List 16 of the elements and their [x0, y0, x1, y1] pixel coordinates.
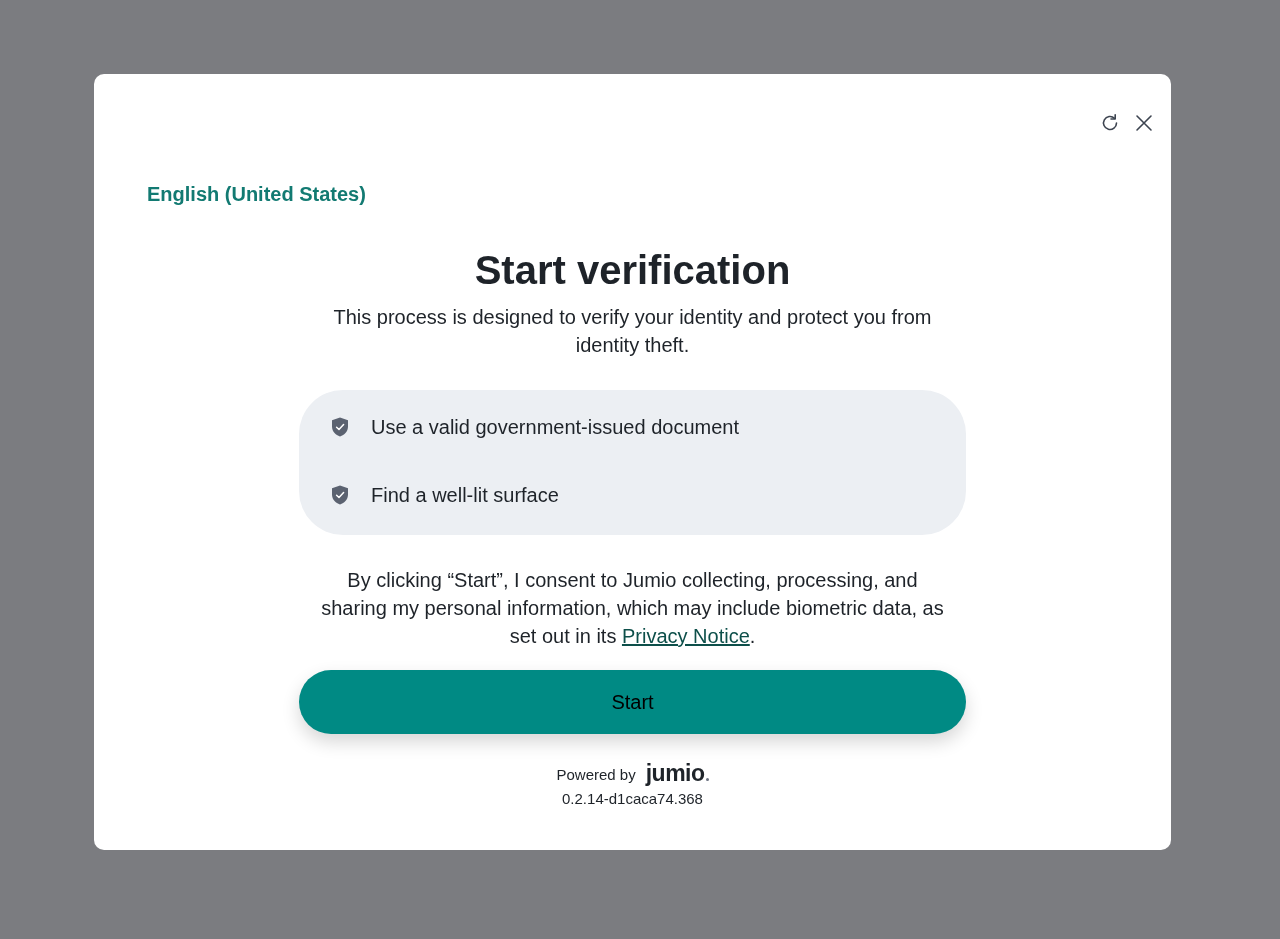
- refresh-icon[interactable]: [1100, 113, 1120, 133]
- version-text: 0.2.14-d1caca74.368: [562, 789, 703, 809]
- privacy-notice-link[interactable]: Privacy Notice: [621, 625, 750, 647]
- shield-check-icon: [331, 485, 349, 505]
- subtitle-text: This process is designed to verify your identity and protect you from identity theft.: [332, 305, 933, 358]
- dialog-title: Start verification: [474, 247, 791, 294]
- close-icon[interactable]: [1134, 113, 1154, 133]
- start-button[interactable]: Start: [299, 670, 966, 734]
- requirement-text: Find a well-lit surface: [371, 483, 559, 508]
- dot-icon: [705, 778, 709, 781]
- requirement-text: Use a valid government-issued document: [371, 415, 739, 440]
- brand-logo: jumio: [645, 761, 705, 785]
- shield-check-icon: [331, 417, 349, 437]
- consent-text: By clicking “Start”, I consent to Jumio collecting, processing, and sharing my personal information, which may include biometric data, as set out in its Privacy Notice.: [320, 568, 945, 649]
- language-link[interactable]: English (United States): [147, 180, 366, 208]
- powered-by-text: Powered by: [556, 765, 636, 785]
